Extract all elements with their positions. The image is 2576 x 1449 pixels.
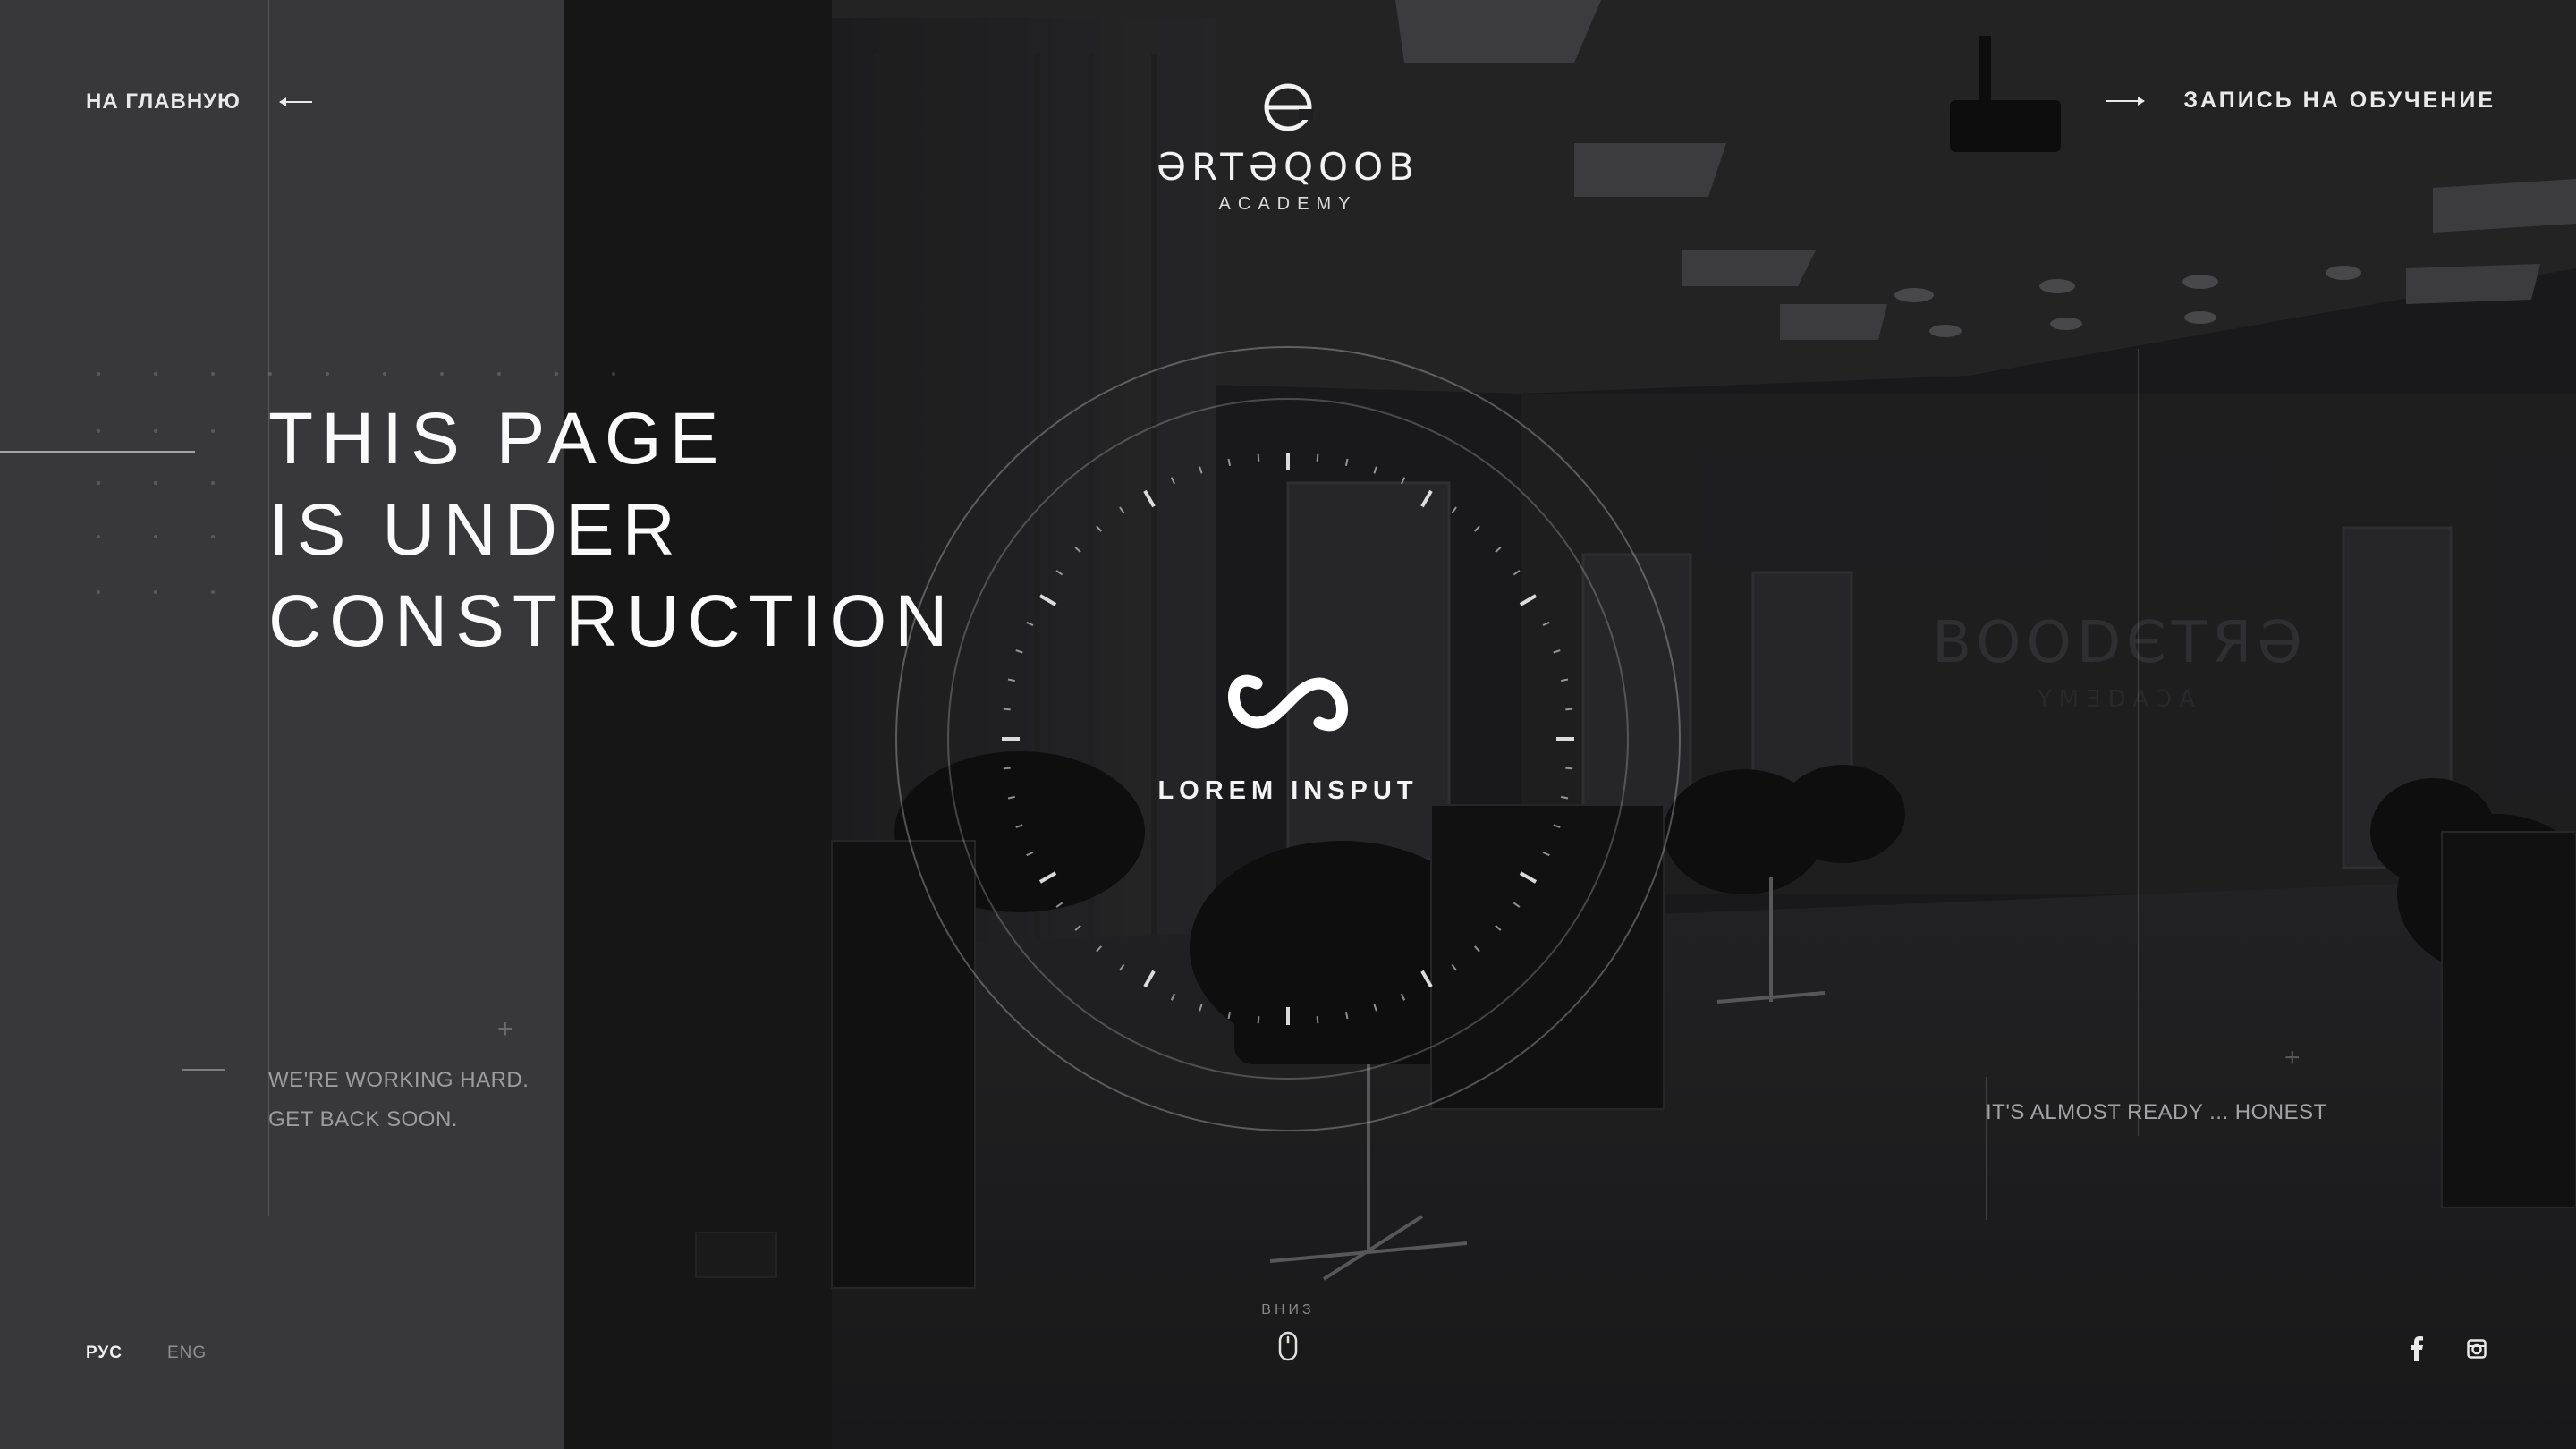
clock-tick xyxy=(1015,824,1023,828)
center-label: LOREM INSPUT xyxy=(1157,776,1419,805)
clock-tick xyxy=(1344,1011,1349,1020)
mouse-icon xyxy=(1278,1331,1298,1361)
clock-tick xyxy=(1199,466,1203,474)
clock-tick xyxy=(1143,970,1156,988)
language-switcher: РУС ENG xyxy=(86,1343,207,1363)
clock-tick xyxy=(1055,902,1063,908)
clock-tick xyxy=(1344,458,1349,467)
clock-tick xyxy=(1373,466,1377,474)
social-links xyxy=(2410,1336,2487,1366)
clock-tick xyxy=(1015,649,1023,654)
clock-tick xyxy=(1227,458,1232,467)
clock-tick xyxy=(1038,594,1057,606)
clock-tick xyxy=(1003,767,1011,770)
working-line-2: GET BACK SOON. xyxy=(268,1107,458,1131)
clock-tick xyxy=(1007,678,1016,682)
clock-tick xyxy=(1542,621,1550,627)
clock-tick xyxy=(1119,506,1125,514)
clock-tick xyxy=(1420,970,1433,988)
clock-tick xyxy=(1519,871,1538,884)
scroll-down-label: ВНИЗ xyxy=(1261,1302,1315,1318)
clock-tick xyxy=(1257,453,1260,462)
lang-en-option[interactable]: ENG xyxy=(167,1343,207,1363)
clock-tick xyxy=(1143,489,1156,508)
clock-tick xyxy=(1474,525,1480,532)
clock-tick xyxy=(1199,1004,1203,1012)
clock-tick xyxy=(1542,851,1550,857)
lang-ru-option[interactable]: РУС xyxy=(86,1343,123,1363)
clock-tick xyxy=(1026,851,1034,857)
working-message: WE'RE WORKING HARD. GET BACK SOON. xyxy=(182,1061,530,1140)
working-dash xyxy=(182,1069,225,1071)
clock-tick xyxy=(1007,795,1016,800)
clock-dial-decoration xyxy=(895,346,1681,1131)
clock-tick xyxy=(1474,945,1480,953)
clock-tick xyxy=(1227,1011,1232,1020)
clock-tick xyxy=(1038,871,1057,884)
clock-tick xyxy=(1119,963,1125,971)
clock-tick xyxy=(1513,902,1521,908)
clock-tick xyxy=(1074,925,1081,931)
clock-tick xyxy=(1096,525,1102,532)
instagram-icon[interactable] xyxy=(2467,1339,2487,1363)
clock-tick xyxy=(1026,621,1034,627)
ready-message: IT'S ALMOST READY ... HONEST xyxy=(1986,1100,2327,1124)
clock-tick xyxy=(1373,1004,1377,1012)
facebook-icon[interactable] xyxy=(2410,1336,2424,1366)
clock-tick xyxy=(1451,963,1457,971)
clock-tick xyxy=(1074,547,1081,553)
clock-tick xyxy=(1553,649,1561,654)
clock-tick xyxy=(1055,570,1063,576)
clock-tick xyxy=(1565,708,1573,711)
clock-tick xyxy=(1565,767,1573,770)
clock-tick xyxy=(1553,824,1561,828)
working-line-1: WE'RE WORKING HARD. xyxy=(268,1068,530,1092)
clock-tick xyxy=(1170,477,1176,485)
clock-tick xyxy=(1420,489,1433,508)
clock-tick xyxy=(1451,506,1457,514)
clock-tick xyxy=(1170,993,1176,1001)
clock-tick xyxy=(1096,945,1102,953)
clock-tick xyxy=(1003,708,1011,711)
clock-tick xyxy=(1513,570,1521,576)
clock-tick xyxy=(1495,925,1502,931)
clock-tick xyxy=(1560,795,1569,800)
clock-tick xyxy=(1495,547,1502,553)
clock-tick xyxy=(1400,477,1406,485)
clock-tick xyxy=(1519,594,1538,606)
clock-tick xyxy=(1400,993,1406,1001)
clock-tick xyxy=(1257,1016,1260,1024)
infinity-icon xyxy=(1228,674,1348,732)
scroll-down-button[interactable]: ВНИЗ xyxy=(1243,1302,1333,1361)
clock-tick xyxy=(1560,678,1569,682)
